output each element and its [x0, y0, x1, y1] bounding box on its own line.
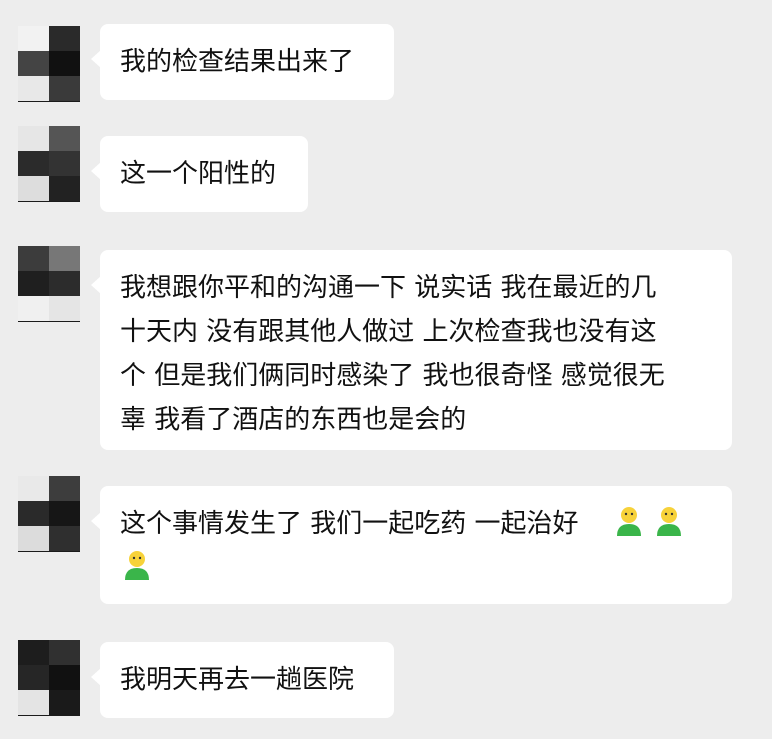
message-line: 个 但是我们俩同时感染了 我也很奇怪 感觉很无	[120, 361, 665, 391]
message-bubble[interactable]: 这一个阳性的	[91, 136, 308, 212]
message-line: 辜 我看了酒店的东西也是会的	[120, 405, 467, 435]
message-line: 十天内 没有跟其他人做过 上次检查我也没有这	[120, 317, 657, 347]
message-text: 我明天再去一趟医院	[120, 665, 355, 695]
message-bubble[interactable]: 这个事情发生了 我们一起吃药 一起治好	[91, 486, 732, 604]
avatar[interactable]	[18, 640, 80, 716]
message-text: 这一个阳性的	[120, 159, 277, 189]
avatar[interactable]	[18, 126, 80, 202]
message-bubble[interactable]: 我的检查结果出来了	[91, 24, 394, 100]
message-bubble[interactable]: 我明天再去一趟医院	[91, 642, 394, 718]
message-line: 我想跟你平和的沟通一下 说实话 我在最近的几	[120, 273, 657, 303]
chat-window: 我的检查结果出来了 这一个阳性的 我想跟你平和的沟通一下 说实话 我在最近的几	[0, 0, 772, 739]
avatar[interactable]	[18, 246, 80, 322]
person-emoji-icon	[125, 551, 149, 580]
message-text: 我的检查结果出来了	[120, 47, 355, 77]
message-bubble[interactable]: 我想跟你平和的沟通一下 说实话 我在最近的几 十天内 没有跟其他人做过 上次检查…	[91, 250, 732, 450]
person-emoji-icon	[657, 507, 682, 536]
person-emoji-icon	[617, 507, 642, 536]
avatar[interactable]	[18, 476, 80, 552]
avatar[interactable]	[18, 26, 80, 102]
message-text: 这个事情发生了 我们一起吃药 一起治好	[120, 509, 579, 539]
